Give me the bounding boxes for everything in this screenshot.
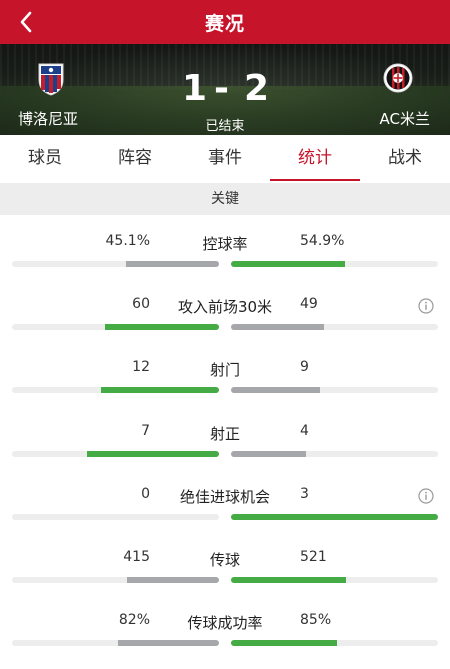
- tab-stats[interactable]: 统计: [270, 135, 360, 181]
- bologna-logo-icon[interactable]: [36, 60, 66, 96]
- stat-label: 绝佳进球机会: [179, 488, 270, 506]
- stat-home-value: 60: [132, 296, 150, 312]
- away-stat-bar-fill: [231, 261, 345, 267]
- stat-row-shots: 12 射门 9: [0, 353, 450, 416]
- home-stat-bar-fill: [100, 387, 219, 393]
- score-separator: -: [214, 68, 229, 109]
- home-stat-bar-fill: [117, 640, 219, 646]
- stat-away-value: 9: [300, 359, 309, 375]
- home-stat-bar: [12, 387, 219, 393]
- stat-row-shots-on-target: 7 射正 4: [0, 417, 450, 480]
- stat-home-value: 82%: [118, 612, 150, 628]
- chevron-left-icon: [20, 11, 32, 33]
- stat-label: 传球成功率: [187, 614, 263, 632]
- home-stat-bar: [12, 451, 219, 457]
- tab-events[interactable]: 事件: [180, 135, 270, 181]
- home-stat-bar: [12, 514, 219, 520]
- match-header: 博洛尼亚 1 - 2 已结束 AC米兰: [0, 44, 450, 135]
- away-stat-bar: [231, 514, 438, 520]
- home-stat-bar: [12, 324, 219, 330]
- stat-row-passes: 415 传球 521: [0, 543, 450, 606]
- stat-away-value: 521: [300, 549, 327, 565]
- home-stat-bar: [12, 261, 219, 267]
- stat-away-value: 4: [300, 423, 309, 439]
- away-stat-bar-fill: [231, 514, 438, 520]
- home-stat-bar: [12, 577, 219, 583]
- stat-home-value: 12: [132, 359, 150, 375]
- stat-home-value: 415: [123, 549, 150, 565]
- stat-home-value: 7: [141, 423, 150, 439]
- tab-players[interactable]: 球员: [0, 135, 90, 181]
- away-stat-bar-fill: [231, 324, 325, 330]
- page-title: 赛况: [204, 12, 245, 35]
- away-stat-bar: [231, 451, 438, 457]
- stat-row-big-chances: 0 绝佳进球机会 3: [0, 480, 450, 543]
- stat-row-final-third-entries: 60 攻入前场30米 49: [0, 290, 450, 353]
- info-icon[interactable]: [418, 488, 434, 504]
- away-score: 2: [244, 68, 270, 109]
- stat-home-value: 0: [141, 486, 150, 502]
- stat-away-value: 3: [300, 486, 309, 502]
- stat-label: 控球率: [202, 235, 248, 253]
- home-score: 1: [182, 68, 208, 109]
- info-icon[interactable]: [418, 298, 434, 314]
- stat-row-pass-accuracy: 82% 传球成功率 85%: [0, 606, 450, 669]
- top-bar: 赛况: [0, 0, 450, 44]
- stat-away-value: 54.9%: [300, 233, 345, 249]
- away-stat-bar-fill: [231, 577, 347, 583]
- home-stat-bar-fill: [87, 451, 219, 457]
- ac-milan-logo-icon[interactable]: [383, 62, 413, 94]
- stat-label: 攻入前场30米: [177, 298, 273, 316]
- away-stat-bar-fill: [231, 451, 307, 457]
- away-stat-bar: [231, 387, 438, 393]
- tab-tactics[interactable]: 战术: [360, 135, 450, 181]
- home-stat-bar-fill: [125, 261, 219, 267]
- home-stat-bar-fill: [127, 577, 219, 583]
- away-stat-bar-fill: [231, 640, 337, 646]
- away-team-name: AC米兰: [379, 110, 430, 128]
- home-stat-bar: [12, 640, 219, 646]
- away-stat-bar: [231, 640, 438, 646]
- stat-away-value: 85%: [300, 612, 332, 628]
- stat-label: 射门: [209, 361, 240, 379]
- stat-label: 射正: [209, 425, 240, 443]
- stat-home-value: 45.1%: [105, 233, 150, 249]
- tab-bar: 球员 阵容 事件 统计 战术: [0, 135, 450, 181]
- home-stat-bar-fill: [105, 324, 219, 330]
- stat-away-value: 49: [300, 296, 318, 312]
- stat-row-possession: 45.1% 控球率 54.9%: [0, 227, 450, 290]
- away-stat-bar-fill: [231, 387, 320, 393]
- tab-lineup[interactable]: 阵容: [90, 135, 180, 181]
- section-header-key: 关键: [0, 183, 450, 215]
- away-stat-bar: [231, 324, 438, 330]
- away-stat-bar: [231, 577, 438, 583]
- away-stat-bar: [231, 261, 438, 267]
- back-button[interactable]: [8, 4, 44, 40]
- stat-label: 传球: [209, 551, 240, 569]
